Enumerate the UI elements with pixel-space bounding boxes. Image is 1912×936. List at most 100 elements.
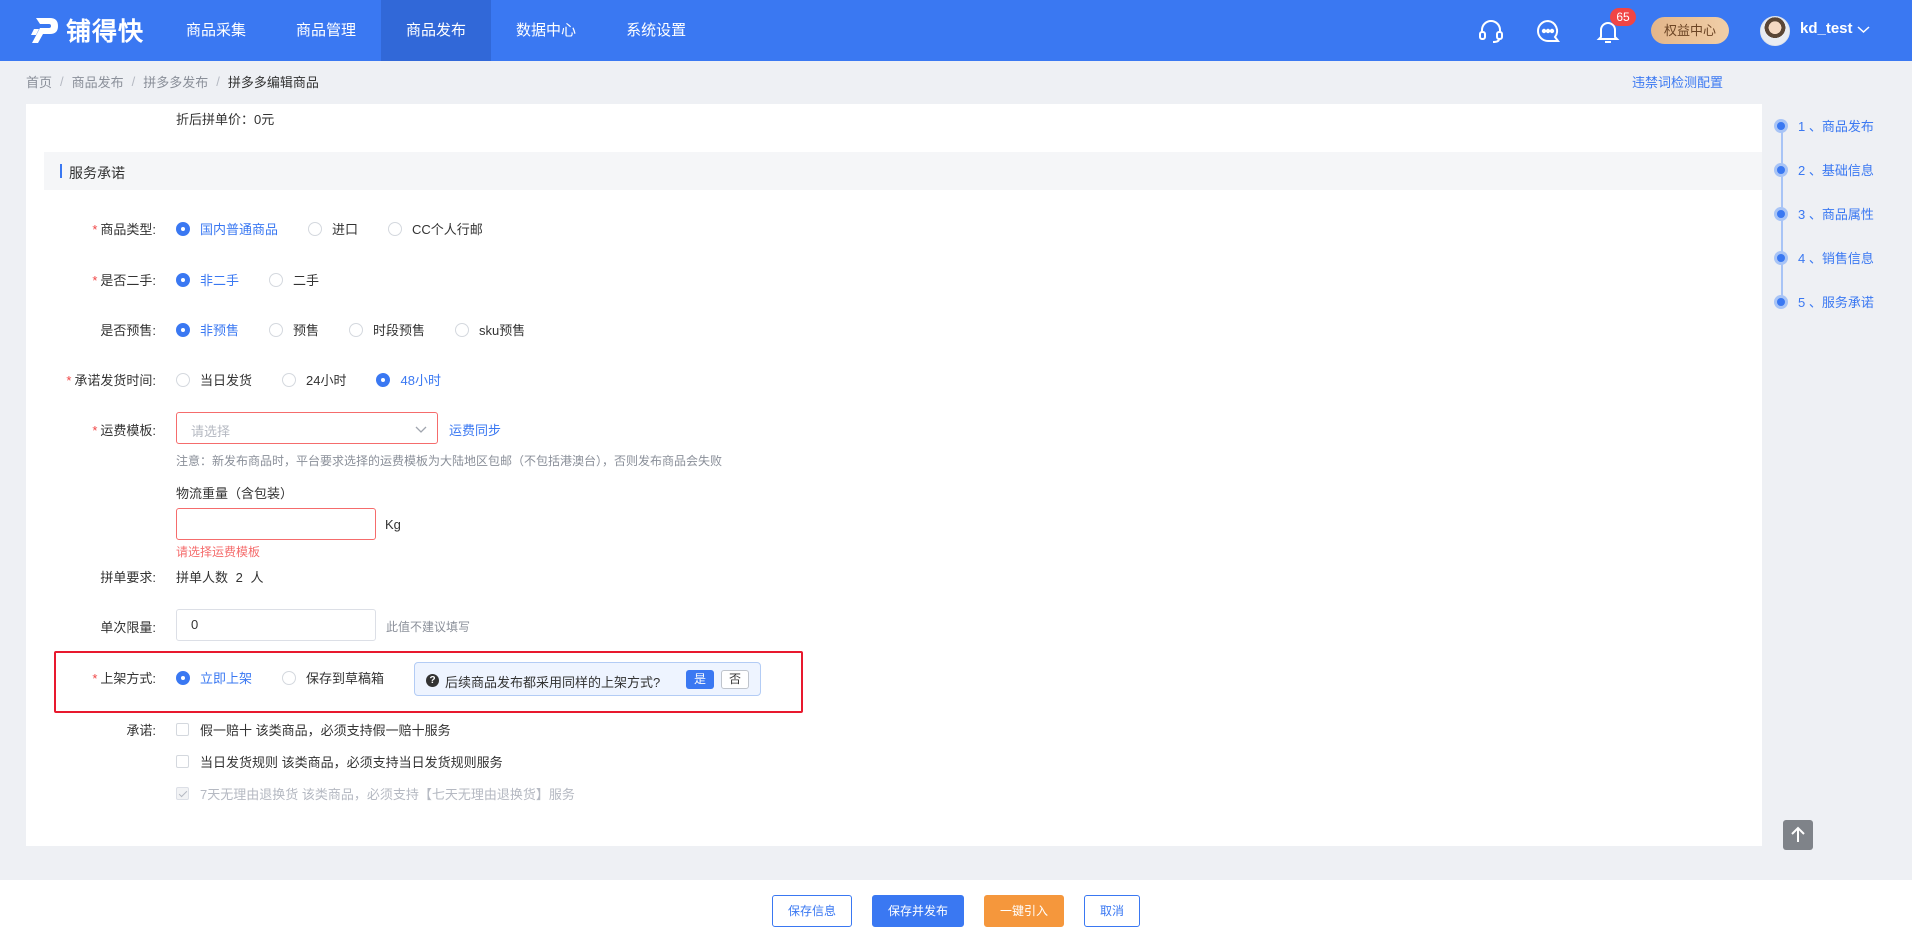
second-hand-label: * 是否二手: bbox=[92, 273, 156, 288]
logo-icon bbox=[31, 18, 58, 43]
breadcrumb-home[interactable]: 首页 bbox=[26, 72, 52, 91]
radio-list-now[interactable]: 立即上架 bbox=[176, 668, 252, 687]
main-nav: 商品采集 商品管理 商品发布 数据中心 系统设置 bbox=[161, 0, 711, 61]
nav-item-publish[interactable]: 商品发布 bbox=[381, 0, 492, 61]
radio-timed-presale[interactable]: 时段预售 bbox=[349, 320, 425, 339]
group-size: 拼单人数 2 人 bbox=[176, 570, 264, 585]
brand-name: 铺得快 bbox=[66, 18, 145, 46]
radio-dot[interactable] bbox=[176, 221, 190, 236]
select-placeholder: 请选择 bbox=[191, 424, 231, 439]
logo[interactable]: 铺得快 bbox=[30, 14, 144, 46]
tip-no-button[interactable]: 否 bbox=[721, 670, 749, 689]
checkbox[interactable] bbox=[176, 755, 189, 768]
limit-hint: 此值不建议填写 bbox=[386, 620, 471, 634]
second-hand-radio-group: 非二手 二手 bbox=[176, 270, 349, 289]
breadcrumb-separator: / bbox=[216, 74, 220, 89]
step-dot bbox=[1774, 162, 1788, 177]
footer-actions: 保存信息 保存并发布 一键引入 取消 bbox=[0, 880, 1912, 936]
group-req-label: 拼单要求: bbox=[100, 570, 156, 585]
form-card: 折后拼单价：0元 服务承诺 * 商品类型: 国内普通商品 进口 CC个人行邮 * 是… bbox=[26, 104, 1762, 846]
breadcrumb-publish[interactable]: 商品发布 bbox=[72, 72, 124, 91]
question-icon: ? bbox=[426, 674, 439, 687]
promise-7day-return: 7天无理由退换货 该类商品，必须支持【七天无理由退换货】服务 bbox=[176, 784, 575, 803]
section-header: 服务承诺 bbox=[44, 152, 1762, 190]
promise-fake-one-pay-ten[interactable]: 假一赔十 该类商品，必须支持假一赔十服务 bbox=[176, 720, 451, 739]
section-title: 服务承诺 bbox=[69, 165, 125, 181]
nav-item-manage[interactable]: 商品管理 bbox=[271, 0, 381, 61]
radio-dot[interactable] bbox=[388, 221, 403, 236]
listing-tip-text: 后续商品发布都采用同样的上架方式? bbox=[445, 675, 661, 690]
step-dot bbox=[1774, 118, 1788, 133]
weight-input[interactable] bbox=[176, 508, 376, 540]
checkbox[interactable] bbox=[176, 723, 189, 736]
freight-label: * 运费模板: bbox=[92, 423, 156, 438]
radio-48h[interactable]: 48小时 bbox=[376, 370, 441, 389]
step-basic-info[interactable]: 2 、基础信息 bbox=[1774, 160, 1874, 179]
radio-dot[interactable] bbox=[349, 322, 364, 337]
import-button[interactable]: 一键引入 bbox=[984, 895, 1064, 927]
banned-words-config-link[interactable]: 违禁词检测配置 bbox=[1632, 72, 1723, 91]
radio-presale[interactable]: 预售 bbox=[269, 320, 319, 339]
radio-domestic[interactable]: 国内普通商品 bbox=[176, 219, 278, 238]
chevron-down-icon[interactable] bbox=[1856, 22, 1871, 37]
step-sales-info[interactable]: 4 、销售信息 bbox=[1774, 248, 1874, 267]
product-type-label: * 商品类型: bbox=[92, 222, 156, 237]
save-publish-button[interactable]: 保存并发布 bbox=[872, 895, 964, 927]
step-attributes[interactable]: 3 、商品属性 bbox=[1774, 204, 1874, 223]
username[interactable]: kd_test bbox=[1800, 20, 1853, 37]
ship-time-radio-group: 当日发货 24小时 48小时 bbox=[176, 370, 471, 389]
nav-item-settings[interactable]: 系统设置 bbox=[601, 0, 711, 61]
freight-sync-link[interactable]: 运费同步 bbox=[449, 420, 501, 439]
presale-label: 是否预售: bbox=[100, 323, 156, 338]
save-button[interactable]: 保存信息 bbox=[772, 895, 852, 927]
radio-dot[interactable] bbox=[269, 322, 284, 337]
breadcrumb-current: 拼多多编辑商品 bbox=[227, 75, 319, 90]
cancel-button[interactable]: 取消 bbox=[1084, 895, 1140, 927]
limit-input[interactable]: 0 bbox=[176, 609, 376, 641]
headset-icon[interactable] bbox=[1477, 17, 1505, 45]
nav-item-collect[interactable]: 商品采集 bbox=[161, 0, 271, 61]
step-dot bbox=[1774, 206, 1788, 221]
freight-note: 注意：新发布商品时，平台要求选择的运费模板为大陆地区包邮（不包括港澳台），否则发… bbox=[176, 454, 723, 468]
radio-dot[interactable] bbox=[269, 272, 284, 287]
radio-dot[interactable] bbox=[282, 372, 297, 387]
arrow-up-icon bbox=[1791, 826, 1805, 842]
vip-center-button[interactable]: 权益中心 bbox=[1651, 17, 1729, 44]
promise-same-day-shipping[interactable]: 当日发货规则 该类商品，必须支持当日发货规则服务 bbox=[176, 752, 503, 771]
breadcrumb-pdd-publish[interactable]: 拼多多发布 bbox=[143, 72, 208, 91]
tip-yes-button[interactable]: 是 bbox=[686, 670, 714, 689]
radio-save-draft[interactable]: 保存到草稿箱 bbox=[282, 668, 384, 687]
breadcrumb: 首页 / 商品发布 / 拼多多发布 / 拼多多编辑商品 bbox=[26, 72, 319, 91]
radio-not-second-hand[interactable]: 非二手 bbox=[176, 270, 239, 289]
radio-dot[interactable] bbox=[282, 670, 297, 685]
radio-second-hand[interactable]: 二手 bbox=[269, 270, 319, 289]
listing-tip: ? 后续商品发布都采用同样的上架方式? 是 否 bbox=[414, 662, 761, 696]
radio-24h[interactable]: 24小时 bbox=[282, 370, 346, 389]
radio-dot[interactable] bbox=[176, 322, 190, 337]
notification-badge: 65 bbox=[1610, 8, 1636, 26]
weight-unit: Kg bbox=[385, 517, 401, 532]
radio-dot[interactable] bbox=[455, 322, 470, 337]
step-service-promise[interactable]: 5 、服务承诺 bbox=[1774, 292, 1874, 311]
radio-cc-personal[interactable]: CC个人行邮 bbox=[388, 219, 483, 238]
avatar[interactable] bbox=[1760, 16, 1790, 46]
nav-item-data[interactable]: 数据中心 bbox=[491, 0, 601, 61]
section-accent-bar bbox=[60, 164, 62, 178]
radio-dot[interactable] bbox=[376, 372, 391, 387]
top-navbar: 铺得快 商品采集 商品管理 商品发布 数据中心 系统设置 65 权益中心 kd_… bbox=[0, 0, 1912, 61]
freight-error: 请选择运费模板 bbox=[176, 545, 261, 559]
step-navigator: 1 、商品发布 2 、基础信息 3 、商品属性 4 、销售信息 5 、服务承诺 bbox=[1774, 116, 1904, 310]
radio-same-day[interactable]: 当日发货 bbox=[176, 370, 252, 389]
freight-template-select[interactable]: 请选择 bbox=[176, 412, 438, 444]
radio-dot[interactable] bbox=[176, 372, 190, 387]
chat-icon[interactable] bbox=[1534, 17, 1562, 45]
radio-import[interactable]: 进口 bbox=[308, 219, 358, 238]
radio-dot[interactable] bbox=[176, 272, 190, 287]
back-to-top-button[interactable] bbox=[1783, 820, 1813, 850]
breadcrumb-separator: / bbox=[60, 74, 64, 89]
radio-dot[interactable] bbox=[176, 670, 190, 685]
radio-sku-presale[interactable]: sku预售 bbox=[455, 320, 525, 339]
radio-dot[interactable] bbox=[308, 221, 323, 236]
radio-no-presale[interactable]: 非预售 bbox=[176, 320, 239, 339]
step-publish[interactable]: 1 、商品发布 bbox=[1774, 116, 1874, 135]
